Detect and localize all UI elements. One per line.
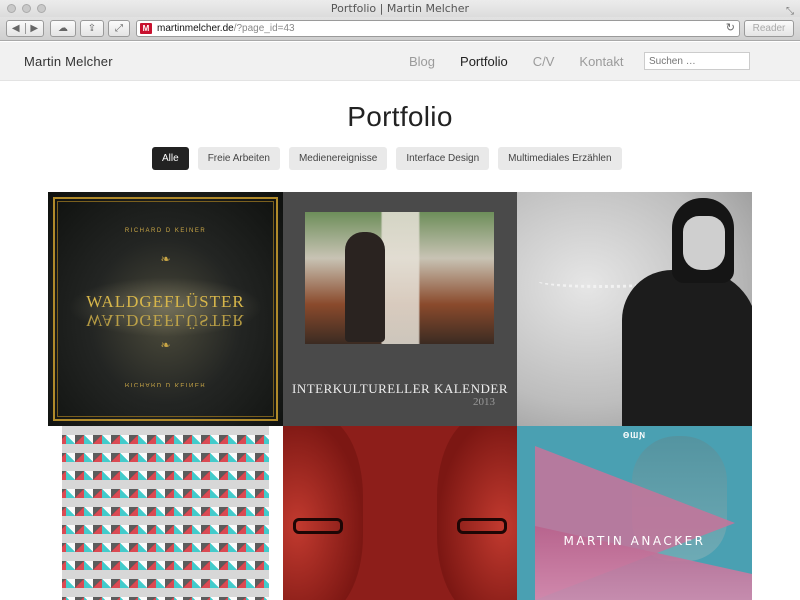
- back-arrow-icon[interactable]: ◀: [7, 23, 26, 34]
- filter-freie-arbeiten[interactable]: Freie Arbeiten: [197, 147, 280, 170]
- pattern-margin-left: [48, 426, 62, 600]
- main-navigation: Blog Portfolio C/V Kontakt: [409, 54, 649, 69]
- portfolio-item-kalender[interactable]: INTERKULTURELLER KALENDER 2013: [283, 192, 517, 426]
- glasses-right-icon: [457, 518, 507, 534]
- portfolio-item-waldgefluester[interactable]: RICHARD D KEINER ❧ WALDGEFLÜSTER WALDGEF…: [48, 192, 283, 426]
- portfolio-grid: RICHARD D KEINER ❧ WALDGEFLÜSTER WALDGEF…: [48, 192, 752, 600]
- calendar-painting: [305, 212, 494, 344]
- back-forward-group: ◀ ▶: [6, 20, 44, 37]
- filter-medienereignisse[interactable]: Medienereignisse: [288, 147, 388, 170]
- site-favicon-icon: M: [140, 23, 152, 34]
- url-path: /?page_id=43: [233, 23, 295, 34]
- address-bar[interactable]: M martinmelcher.de/?page_id=43 ↻: [136, 20, 740, 37]
- painting-figure: [345, 232, 385, 342]
- filter-interface-design[interactable]: Interface Design: [396, 147, 490, 170]
- site-header: Martin Melcher Blog Portfolio C/V Kontak…: [0, 42, 800, 81]
- album-artist-reflection: RICHARD D KEINER: [124, 381, 207, 387]
- share-icon: ⇪: [87, 23, 97, 34]
- ornament-bottom-icon: ❧: [160, 338, 171, 352]
- artist-name: MARTIN ANACKER: [563, 534, 706, 548]
- window-controls[interactable]: [7, 4, 46, 13]
- portfolio-item-pattern[interactable]: [48, 426, 283, 600]
- album-title: WALDGEFLÜSTER: [86, 292, 245, 311]
- close-window-button[interactable]: [7, 4, 16, 13]
- icloud-tabs-button[interactable]: ☁: [50, 20, 76, 37]
- share-button[interactable]: ⇪: [80, 20, 104, 37]
- cloud-icon: ☁: [58, 23, 68, 34]
- reload-icon[interactable]: ↻: [726, 21, 735, 36]
- search-input[interactable]: [644, 52, 750, 70]
- nav-cv[interactable]: C/V: [533, 54, 555, 69]
- site-logo-text[interactable]: Martin Melcher: [24, 54, 113, 69]
- ornament-top-icon: ❧: [160, 252, 171, 266]
- forward-arrow-icon[interactable]: ▶: [26, 23, 44, 34]
- red-face-left: [283, 426, 363, 600]
- portfolio-filters: Alle Freie Arbeiten Medienereignisse Int…: [152, 147, 622, 170]
- minimize-window-button[interactable]: [22, 4, 31, 13]
- page-title: Portfolio: [347, 101, 453, 132]
- reader-button[interactable]: Reader: [744, 20, 794, 37]
- glasses-left-icon: [293, 518, 343, 534]
- album-title-reflection: WALDGEFLÜSTER: [86, 311, 245, 330]
- url-domain: martinmelcher.de: [157, 23, 234, 34]
- filter-alle[interactable]: Alle: [152, 147, 189, 170]
- browser-toolbar: ◀ ▶ ☁ ⇪ ⤢ M martinmelcher.de/?page_id=43…: [0, 17, 800, 41]
- nav-blog[interactable]: Blog: [409, 54, 435, 69]
- portrait-face: [683, 216, 725, 270]
- zoom-window-button[interactable]: [37, 4, 46, 13]
- portfolio-item-red-faces[interactable]: [283, 426, 517, 600]
- window-titlebar: Portfolio | Martin Melcher ⤡: [0, 0, 800, 17]
- pattern-margin-right: [269, 426, 283, 600]
- filter-multimediales-erzaehlen[interactable]: Multimediales Erzählen: [498, 147, 622, 170]
- portfolio-item-anacker[interactable]: ƟƜƝ MARTIN ANACKER: [517, 426, 752, 600]
- expand-icon: ⤢: [115, 23, 123, 34]
- calendar-title: INTERKULTURELLER KALENDER: [291, 381, 509, 396]
- nav-kontakt[interactable]: Kontakt: [579, 54, 623, 69]
- portrait-body: [622, 270, 752, 426]
- red-face-right: [437, 426, 517, 600]
- window-title: Portfolio | Martin Melcher: [330, 2, 470, 15]
- nav-portfolio[interactable]: Portfolio: [460, 54, 508, 69]
- fullscreen-button[interactable]: ⤢: [108, 20, 130, 37]
- portfolio-item-portrait[interactable]: [517, 192, 752, 426]
- anacker-logo-icon: ƟƜƝ: [623, 431, 646, 440]
- calendar-year: 2013: [473, 396, 495, 408]
- album-artist: RICHARD D KEINER: [124, 228, 207, 234]
